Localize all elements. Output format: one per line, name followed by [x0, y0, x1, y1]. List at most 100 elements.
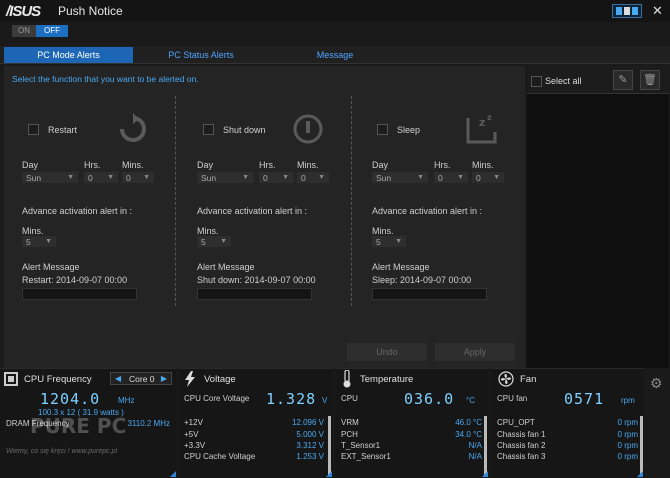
power-icon [293, 114, 323, 144]
day-label: Day [372, 160, 389, 170]
advance-mins-label: Mins. [22, 226, 44, 236]
mode-switch-icon[interactable] [612, 4, 642, 18]
temperature-row-value: 34.0 °C [455, 430, 482, 439]
chevron-down-icon: ▼ [242, 174, 249, 181]
alerts-panel [4, 66, 525, 368]
restart-checkbox[interactable] [28, 124, 39, 135]
fan-row-label: Chassis fan 1 [497, 430, 546, 439]
shutdown-checkbox[interactable] [203, 124, 214, 135]
voltage-row-label: +12V [184, 418, 203, 427]
select-value: 5 [201, 237, 206, 247]
sleep-hrs-select[interactable]: 0 ▼ [434, 172, 468, 183]
gear-icon[interactable]: ⚙ [650, 375, 663, 392]
restart-message-input[interactable] [22, 288, 137, 300]
chevron-down-icon: ▼ [45, 238, 52, 245]
resize-corner-icon[interactable] [637, 471, 643, 477]
select-value: Sun [376, 173, 392, 183]
restart-day-select[interactable]: Sun ▼ [22, 172, 78, 183]
column-divider [351, 96, 352, 306]
select-value: 0 [126, 173, 131, 183]
sleep-message-input[interactable] [372, 288, 487, 300]
temperature-scrollbar[interactable] [484, 416, 487, 476]
cpu-temperature-label: CPU [341, 394, 358, 403]
cpu-frequency-value: 1204.0 [40, 390, 101, 408]
restart-icon [120, 113, 146, 142]
restart-mins-select[interactable]: 0 ▼ [122, 172, 154, 183]
temperature-row-value: N/A [468, 452, 482, 461]
fan-row-label: Chassis fan 3 [497, 452, 546, 461]
mins-label: Mins. [297, 160, 319, 170]
chevron-down-icon: ▼ [395, 238, 402, 245]
sleep-advance-select[interactable]: 5 ▼ [372, 236, 406, 247]
advance-label: Advance activation alert in : [372, 206, 483, 216]
shutdown-alert-message: Shut down: 2014-09-07 00:00 [197, 275, 316, 285]
voltage-scrollbar[interactable] [328, 416, 331, 476]
advance-mins-label: Mins. [197, 226, 219, 236]
close-button[interactable]: ✕ [652, 3, 663, 19]
cpu-fan-unit: rpm [621, 396, 635, 405]
tab-message[interactable]: Message [270, 47, 400, 63]
sleep-mins-select[interactable]: 0 ▼ [472, 172, 504, 183]
fan-row-value: 0 rpm [617, 452, 638, 461]
temperature-title: Temperature [360, 374, 414, 385]
shutdown-mins-select[interactable]: 0 ▼ [297, 172, 329, 183]
toggle-off[interactable]: OFF [36, 25, 68, 37]
voltage-row-value: 1.253 V [296, 452, 324, 461]
restart-label: Restart [48, 125, 78, 135]
voltage-title: Voltage [204, 374, 236, 385]
sleep-checkbox[interactable] [377, 124, 388, 135]
day-label: Day [22, 160, 39, 170]
shutdown-message-input[interactable] [197, 288, 312, 300]
hrs-label: Hrs. [434, 160, 451, 170]
fan-row-label: Chassis fan 2 [497, 441, 546, 450]
mins-label: Mins. [472, 160, 494, 170]
sleep-day-select[interactable]: Sun ▼ [372, 172, 428, 183]
voltage-row-label: +3.3V [184, 441, 206, 450]
restart-hrs-select[interactable]: 0 ▼ [84, 172, 118, 183]
select-value: Sun [201, 173, 217, 183]
shutdown-label: Shut down [223, 125, 266, 135]
select-all-label: Select all [545, 76, 582, 86]
lightning-icon [185, 371, 195, 387]
cpu-core-voltage-unit: V [322, 396, 328, 405]
resize-corner-icon[interactable] [170, 471, 176, 477]
voltage-row-label: +5V [184, 430, 199, 439]
chevron-down-icon: ▼ [107, 174, 114, 181]
chevron-down-icon: ▼ [143, 174, 150, 181]
undo-button[interactable]: Undo [347, 343, 427, 361]
resize-corner-icon[interactable] [326, 471, 332, 477]
tab-pc-status-alerts[interactable]: PC Status Alerts [140, 47, 262, 63]
trash-icon[interactable]: 🗑 [640, 70, 660, 90]
apply-button[interactable]: Apply [435, 343, 515, 361]
voltage-row-value: 5.000 V [296, 430, 324, 439]
select-value: 0 [88, 173, 93, 183]
shutdown-hrs-select[interactable]: 0 ▼ [259, 172, 293, 183]
watermark-tagline: Wiemy, co się kręci ! www.purepc.pl [6, 448, 118, 455]
select-value: 0 [438, 173, 443, 183]
toggle-on[interactable]: ON [12, 25, 36, 37]
chevron-left-icon[interactable]: ◀ [115, 374, 121, 383]
column-divider [175, 96, 176, 306]
resize-corner-icon[interactable] [482, 471, 488, 477]
temperature-row-label: PCH [341, 430, 358, 439]
core-select[interactable]: ◀ Core 0 ▶ [110, 372, 172, 385]
chevron-down-icon: ▼ [318, 174, 325, 181]
select-value: 5 [26, 237, 31, 247]
shutdown-day-select[interactable]: Sun ▼ [197, 172, 253, 183]
cpu-fan-value: 0571 [564, 390, 605, 408]
tab-pc-mode-alerts[interactable]: PC Mode Alerts [4, 47, 133, 63]
edit-icon[interactable]: ✎ [613, 70, 633, 90]
alert-message-label: Alert Message [372, 262, 430, 272]
restart-advance-select[interactable]: 5 ▼ [22, 236, 56, 247]
fan-scrollbar[interactable] [640, 416, 643, 476]
fan-row-value: 0 rpm [617, 430, 638, 439]
select-all-checkbox[interactable] [531, 76, 542, 87]
thermometer-icon [343, 370, 351, 388]
sleep-label: Sleep [397, 125, 421, 135]
fan-row-label: CPU_OPT [497, 418, 535, 427]
fan-icon [498, 371, 514, 387]
chevron-down-icon: ▼ [282, 174, 289, 181]
chevron-right-icon[interactable]: ▶ [161, 374, 167, 383]
shutdown-advance-select[interactable]: 5 ▼ [197, 236, 231, 247]
instruction-text: Select the function that you want to be … [12, 74, 199, 84]
